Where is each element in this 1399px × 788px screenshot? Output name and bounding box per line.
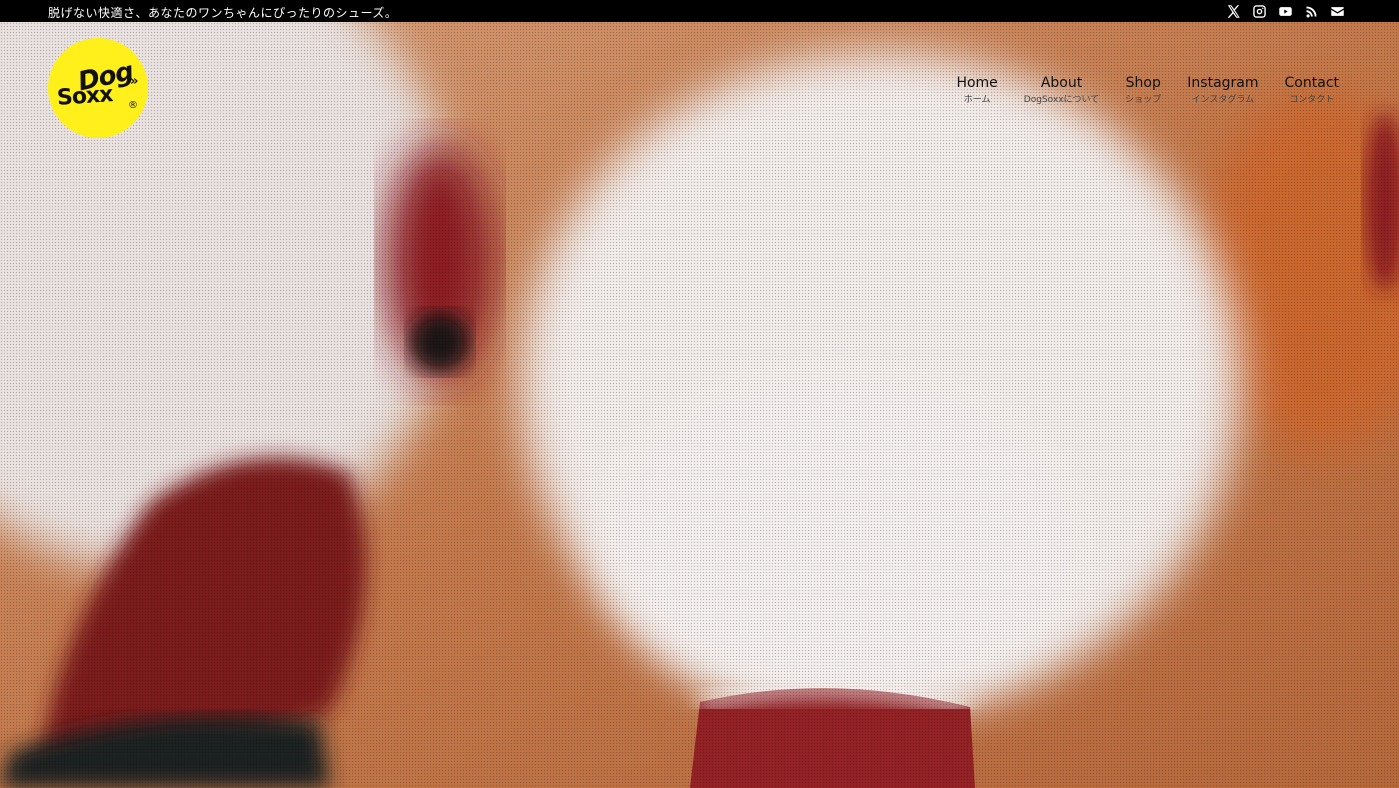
nav-label: Home xyxy=(956,75,998,91)
main-nav: Home ホーム About DogSoxxについて Shop ショップ Ins… xyxy=(956,75,1339,105)
nav-label: About xyxy=(1040,75,1083,91)
hero-image xyxy=(0,22,1399,788)
nav-item-home[interactable]: Home ホーム xyxy=(956,75,997,105)
rss-icon[interactable] xyxy=(1303,3,1319,19)
nav-item-contact[interactable]: Contact コンタクト xyxy=(1285,75,1339,105)
nav-sublabel: ホーム xyxy=(963,95,991,105)
site-logo[interactable]: Dog Soxx » ® xyxy=(48,38,148,138)
nav-item-instagram[interactable]: Instagram インスタグラム xyxy=(1187,75,1258,105)
nav-sublabel: DogSoxxについて xyxy=(1023,95,1100,105)
nav-sublabel: ショップ xyxy=(1125,95,1162,105)
mail-icon[interactable] xyxy=(1329,3,1345,19)
nav-item-about[interactable]: About DogSoxxについて xyxy=(1024,75,1099,105)
logo-text-soxx: Soxx xyxy=(56,82,114,111)
nav-sublabel: コンタクト xyxy=(1289,95,1335,105)
logo-mark: » xyxy=(130,74,139,89)
halftone-overlay xyxy=(0,22,1399,788)
nav-item-shop[interactable]: Shop ショップ xyxy=(1125,75,1161,105)
instagram-icon[interactable] xyxy=(1251,3,1267,19)
social-links xyxy=(1225,3,1345,19)
top-bar: 脱げない快適さ、あなたのワンちゃんにぴったりのシューズ。 xyxy=(0,0,1399,22)
nav-label: Shop xyxy=(1125,75,1161,91)
x-icon[interactable] xyxy=(1225,3,1241,19)
nav-label: Instagram xyxy=(1187,75,1259,91)
youtube-icon[interactable] xyxy=(1277,3,1293,19)
tagline: 脱げない快適さ、あなたのワンちゃんにぴったりのシューズ。 xyxy=(48,6,398,20)
nav-label: Contact xyxy=(1284,75,1339,91)
nav-sublabel: インスタグラム xyxy=(1191,95,1255,105)
logo-registered: ® xyxy=(128,100,138,111)
